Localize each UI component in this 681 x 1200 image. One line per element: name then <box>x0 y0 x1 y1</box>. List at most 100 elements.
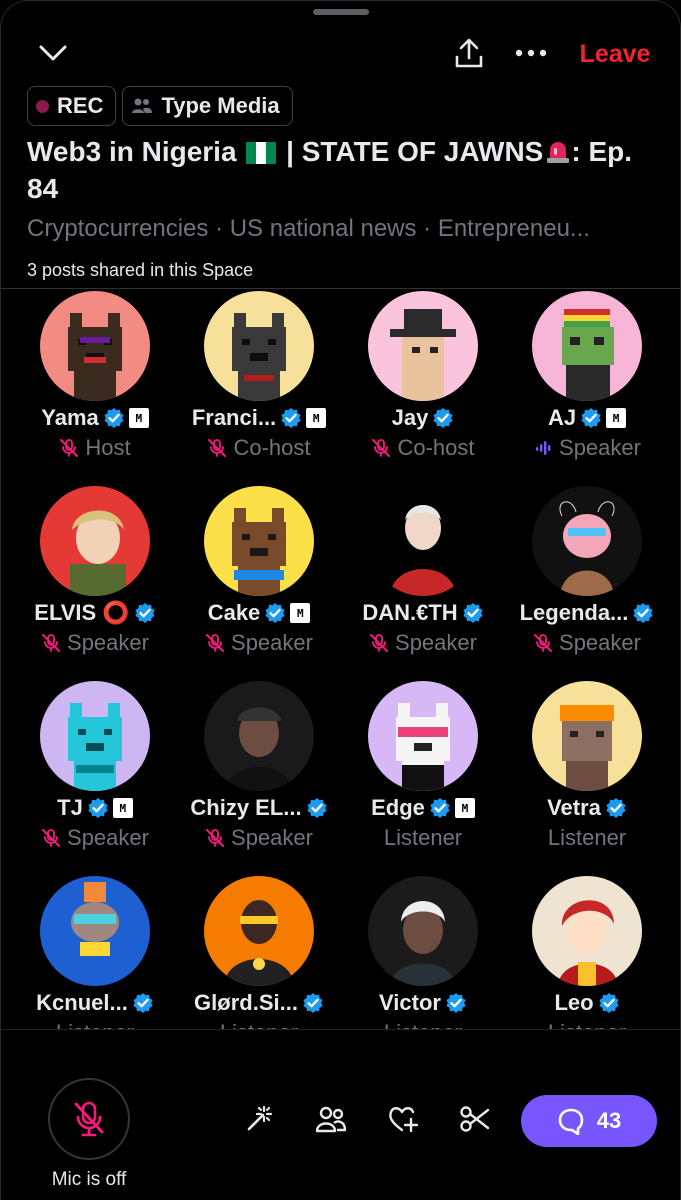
participant-card[interactable]: Vetra Listener <box>505 679 669 874</box>
leave-button[interactable]: Leave <box>567 37 663 71</box>
space-sheet: Leave REC Type Media Web3 in Nigeria | S… <box>0 0 681 1200</box>
participant-role-row: Speaker <box>177 630 341 656</box>
participant-role-row: Co-host <box>341 435 505 461</box>
title-text-2: | STATE OF JAWNS <box>278 136 544 167</box>
participant-role: Speaker <box>231 825 313 850</box>
clip-button[interactable] <box>455 1099 495 1139</box>
posts-shared-link[interactable]: 3 posts shared in this Space <box>27 258 253 282</box>
effects-button[interactable] <box>239 1099 279 1139</box>
avatar <box>40 876 150 986</box>
participant-name: Leo <box>554 990 594 1015</box>
avatar <box>204 486 314 596</box>
siren-icon <box>547 142 570 163</box>
heart-plus-icon <box>389 1107 419 1133</box>
share-button[interactable] <box>447 31 491 75</box>
participant-name-row: AJ M <box>505 405 669 431</box>
drag-handle[interactable] <box>313 9 369 15</box>
avatar <box>204 291 314 401</box>
avatar <box>532 681 642 791</box>
mic-off-icon <box>74 1101 104 1137</box>
verified-badge-icon <box>598 993 619 1013</box>
avatar <box>40 291 150 401</box>
participant-card[interactable]: Legenda... Speaker <box>505 484 669 679</box>
participant-card[interactable]: DAN.€TH Speaker <box>341 484 505 679</box>
participant-card[interactable]: Franci... M Co-host <box>177 289 341 484</box>
participant-name: ELVIS ⭕ <box>34 600 130 625</box>
avatar <box>40 486 150 596</box>
participant-name-row: Vetra <box>505 795 669 821</box>
space-chips: REC Type Media <box>27 86 293 126</box>
avatar <box>204 876 314 986</box>
avatar <box>532 291 642 401</box>
participant-card[interactable]: TJ M Speaker <box>13 679 177 874</box>
participant-role-row: Listener <box>505 1020 669 1029</box>
mic-muted-icon <box>372 439 391 457</box>
participant-name: Victor <box>379 990 441 1015</box>
mic-muted-icon <box>534 634 553 652</box>
participant-card[interactable]: Victor Listener <box>341 874 505 1029</box>
mic-muted-icon <box>370 634 389 652</box>
participant-name-row: Edge M <box>341 795 505 821</box>
participant-card[interactable]: Yama M Host <box>13 289 177 484</box>
participant-card[interactable]: ELVIS ⭕ Speaker <box>13 484 177 679</box>
participant-role: Speaker <box>559 435 641 460</box>
participant-card[interactable]: Jay Co-host <box>341 289 505 484</box>
rec-chip[interactable]: REC <box>27 86 117 126</box>
participant-role-row: Speaker <box>13 825 177 851</box>
participant-card[interactable]: Cake M Speaker <box>177 484 341 679</box>
space-topics[interactable]: Cryptocurrencies · US national news · En… <box>27 213 657 245</box>
participant-name: Legenda... <box>519 600 629 625</box>
comments-button[interactable]: 43 <box>521 1095 657 1147</box>
avatar-image <box>368 486 478 596</box>
participant-role: Listener <box>383 825 463 850</box>
avatar <box>368 681 478 791</box>
mic-muted-icon <box>206 829 225 847</box>
verified-badge-icon <box>606 798 626 818</box>
mic-toggle-button[interactable] <box>48 1078 130 1160</box>
react-button[interactable] <box>383 1099 423 1139</box>
comment-count: 43 <box>596 1108 622 1133</box>
participant-role-row: Co-host <box>177 435 341 461</box>
avatar-image <box>40 876 150 986</box>
participants-button[interactable] <box>311 1099 351 1139</box>
scissors-icon <box>460 1106 490 1132</box>
participant-role-row: Speaker <box>505 630 669 656</box>
participant-role-row: Listener <box>505 825 669 851</box>
community-label: Type Media <box>161 93 280 118</box>
participant-role: Listener <box>547 825 627 850</box>
participant-role-row: Listener <box>177 1020 341 1029</box>
avatar-image <box>368 681 478 791</box>
participants-grid: Yama M Host Franci... M Co-host Jay Co-host AJ M S… <box>13 289 669 1029</box>
verified-badge-icon <box>446 993 466 1013</box>
more-icon <box>515 49 547 57</box>
avatar <box>368 291 478 401</box>
participants-scroll[interactable]: Yama M Host Franci... M Co-host Jay Co-host AJ M S… <box>1 289 680 1029</box>
community-chip[interactable]: Type Media <box>122 86 293 126</box>
avatar-image <box>532 876 642 986</box>
recording-dot-icon <box>36 99 49 113</box>
participant-role: Listener <box>56 1020 134 1029</box>
participant-card[interactable]: Glørd.Si... Listener <box>177 874 341 1029</box>
verified-badge-icon <box>433 408 453 428</box>
participant-name: Franci... <box>191 405 277 430</box>
avatar-image <box>204 876 314 986</box>
verified-badge-icon <box>281 408 301 428</box>
share-icon <box>455 38 483 68</box>
participant-card[interactable]: Leo Listener <box>505 874 669 1029</box>
affiliate-badge-icon: M <box>290 603 311 623</box>
participant-role: Speaker <box>231 630 313 655</box>
participant-role: Listener <box>548 1020 626 1029</box>
participant-card[interactable]: Kcnuel... Listener <box>13 874 177 1029</box>
verified-badge-icon <box>88 798 108 818</box>
more-options-button[interactable] <box>509 31 553 75</box>
avatar <box>368 486 478 596</box>
participant-name: Vetra <box>547 795 601 820</box>
avatar <box>368 876 478 986</box>
affiliate-badge-icon: M <box>454 798 475 818</box>
collapse-button[interactable] <box>33 35 73 71</box>
participant-card[interactable]: Edge M Listener <box>341 679 505 874</box>
participant-card[interactable]: AJ M Speaker <box>505 289 669 484</box>
participant-card[interactable]: Chizy EL... Speaker <box>177 679 341 874</box>
participant-name: Jay <box>391 405 429 430</box>
verified-badge-icon <box>135 603 155 623</box>
